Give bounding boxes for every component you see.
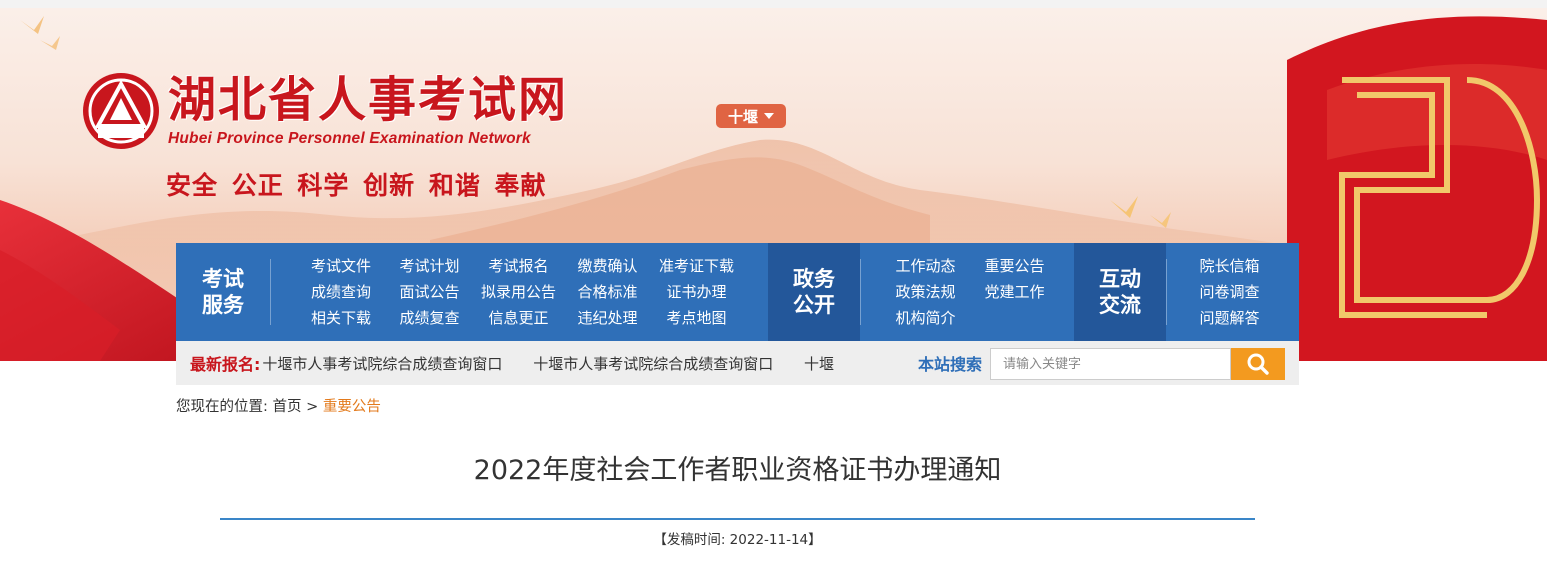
search-icon xyxy=(1247,353,1269,375)
site-subtitle: Hubei Province Personnel Examination Net… xyxy=(168,130,531,147)
news-ticker: 十堰市人事考试院综合成绩查询窗口 十堰市人事考试院综合成绩查询窗口 十堰 xyxy=(262,353,862,374)
nav-link[interactable]: 合格标准 xyxy=(563,282,652,303)
article-title: 2022年度社会工作者职业资格证书办理通知 xyxy=(473,455,1002,486)
site-search-label: 本站搜索 xyxy=(918,355,983,374)
breadcrumb-home-link[interactable]: 首页 xyxy=(273,399,302,415)
nav-link[interactable]: 党建工作 xyxy=(970,282,1059,303)
breadcrumb-prefix: 您现在的位置: xyxy=(176,399,268,415)
nav-link[interactable]: 面试公告 xyxy=(385,282,474,303)
nav-link[interactable]: 违纪处理 xyxy=(563,308,652,329)
publish-date: 【发稿时间: 2022-11-14】 xyxy=(653,532,822,548)
news-ticker-item[interactable]: 十堰市人事考试院综合成绩查询窗口 xyxy=(533,355,773,373)
nav-link[interactable]: 机构简介 xyxy=(881,308,970,329)
site-title: 湖北省人事考试网 xyxy=(168,72,569,128)
nav-link[interactable]: 考点地图 xyxy=(652,308,741,329)
nav-head-interaction: 互动 交流 xyxy=(1074,243,1166,341)
anniversary-graphic xyxy=(1287,16,1547,361)
nav-link[interactable]: 考试文件 xyxy=(297,256,385,277)
nav-head-government-affairs: 政务 公开 xyxy=(768,243,860,341)
city-select-label: 十堰 xyxy=(727,107,758,126)
nav-group-government-affairs: 政务 公开 工作动态 重要公告 政策法规 党建工作 机构简介 xyxy=(768,243,1074,341)
nav-link[interactable]: 缴费确认 xyxy=(563,256,652,277)
nav-link[interactable]: 信息更正 xyxy=(474,308,563,329)
nav-links-interaction: 院长信箱 问卷调查 问题解答 xyxy=(1167,243,1297,341)
nav-link[interactable]: 成绩查询 xyxy=(297,282,385,303)
breadcrumb-separator: > xyxy=(306,399,319,415)
city-select-dropdown[interactable]: 十堰 xyxy=(716,104,786,128)
nav-link[interactable]: 考试报名 xyxy=(474,256,563,277)
title-divider xyxy=(220,518,1255,520)
nav-head-exam-services: 考试 服务 xyxy=(202,267,244,317)
nav-link[interactable]: 问卷调查 xyxy=(1185,282,1274,303)
nav-link[interactable]: 证书办理 xyxy=(652,282,741,303)
nav-link[interactable]: 拟录用公告 xyxy=(474,282,563,303)
nav-links-government-affairs: 工作动态 重要公告 政策法规 党建工作 机构简介 xyxy=(861,243,1074,341)
news-ticker-item[interactable]: 十堰 xyxy=(804,355,834,373)
main-nav: 考试 服务 考试文件 考试计划 考试报名 缴费确认 准考证下载 成绩查询 面试公… xyxy=(176,243,1299,341)
news-search-bar: 最新报名: 十堰市人事考试院综合成绩查询窗口 十堰市人事考试院综合成绩查询窗口 … xyxy=(176,341,1299,385)
nav-link[interactable]: 工作动态 xyxy=(881,256,970,277)
nav-link[interactable]: 相关下载 xyxy=(297,308,385,329)
nav-link[interactable]: 院长信箱 xyxy=(1185,256,1274,277)
nav-links-exam-services: 考试文件 考试计划 考试报名 缴费确认 准考证下载 成绩查询 面试公告 拟录用公… xyxy=(271,243,768,341)
site-slogan: 安全 公正 科学 创新 和谐 奉献 xyxy=(166,171,547,200)
news-ticker-item[interactable]: 十堰市人事考试院综合成绩查询窗口 xyxy=(262,355,502,373)
search-button[interactable] xyxy=(1231,348,1285,380)
search-input[interactable] xyxy=(990,348,1231,380)
breadcrumb-current-link[interactable]: 重要公告 xyxy=(323,399,381,415)
nav-link[interactable]: 问题解答 xyxy=(1185,308,1274,329)
nav-link[interactable]: 政策法规 xyxy=(881,282,970,303)
nav-group-exam-services: 考试 服务 考试文件 考试计划 考试报名 缴费确认 准考证下载 成绩查询 面试公… xyxy=(176,243,768,341)
latest-registration-label: 最新报名: xyxy=(190,355,261,374)
chevron-down-icon xyxy=(764,113,774,119)
nav-link[interactable]: 重要公告 xyxy=(970,256,1059,277)
nav-link[interactable]: 考试计划 xyxy=(385,256,474,277)
nav-link[interactable]: 准考证下载 xyxy=(652,256,741,277)
nav-link[interactable]: 成绩复查 xyxy=(385,308,474,329)
breadcrumb: 您现在的位置: 首页 > 重要公告 xyxy=(176,395,381,416)
hbpta-logo xyxy=(83,73,159,149)
nav-group-interaction: 互动 交流 院长信箱 问卷调查 问题解答 xyxy=(1074,243,1297,341)
